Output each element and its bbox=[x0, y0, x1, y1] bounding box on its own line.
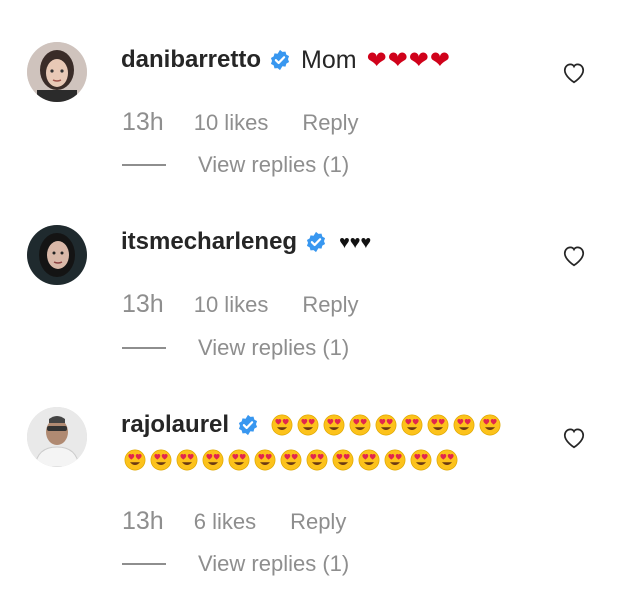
red-heart-icon: ❤ bbox=[408, 46, 429, 74]
heart-eyes-emoji bbox=[375, 414, 397, 436]
avatar[interactable] bbox=[27, 225, 87, 285]
comment-meta: 13h 10 likes Reply bbox=[122, 108, 359, 137]
heart-eyes-emoji bbox=[176, 449, 198, 471]
red-hearts: ❤❤❤❤ bbox=[367, 46, 451, 75]
username-link[interactable]: itsmecharleneg bbox=[121, 228, 297, 256]
timestamp[interactable]: 13h bbox=[122, 108, 164, 137]
username-link[interactable]: rajolaurel bbox=[121, 411, 229, 439]
comment-text-value: Mom bbox=[301, 45, 357, 74]
likes-count[interactable]: 6 likes bbox=[194, 509, 256, 535]
comment-meta: 13h 6 likes Reply bbox=[122, 507, 346, 536]
comment-line: rajolaurel bbox=[121, 405, 505, 445]
heart-eyes-emoji bbox=[280, 449, 302, 471]
avatar-photo bbox=[27, 407, 87, 467]
likes-count[interactable]: 10 likes bbox=[194, 110, 269, 136]
comment-meta: 13h 10 likes Reply bbox=[122, 290, 359, 319]
red-heart-icon: ❤ bbox=[429, 46, 451, 74]
timestamp[interactable]: 13h bbox=[122, 507, 164, 536]
heart-eyes-emoji bbox=[306, 449, 328, 471]
likes-count[interactable]: 10 likes bbox=[194, 292, 269, 318]
heart-eyes-emoji bbox=[202, 449, 224, 471]
heart-eyes-emoji bbox=[254, 449, 276, 471]
reply-button[interactable]: Reply bbox=[302, 110, 358, 136]
verified-badge-icon bbox=[238, 414, 258, 436]
avatar-photo bbox=[27, 225, 87, 285]
emoji-row bbox=[271, 414, 505, 436]
black-heart-icon: ♥ bbox=[339, 231, 350, 252]
replies-divider bbox=[122, 164, 166, 166]
avatar[interactable] bbox=[27, 42, 87, 102]
heart-eyes-emoji bbox=[358, 449, 380, 471]
comment-line: dani​barretto Mom ❤❤❤❤ bbox=[121, 40, 451, 80]
username-link[interactable]: dani​barretto bbox=[121, 46, 261, 74]
view-replies-button[interactable]: View replies (1) bbox=[122, 551, 349, 577]
comment-line: itsmecharleneg ♥ ♥ ♥ bbox=[121, 222, 371, 262]
view-replies-label: View replies (1) bbox=[198, 152, 350, 177]
heart-eyes-emoji bbox=[349, 414, 371, 436]
avatar-photo bbox=[27, 42, 87, 102]
black-hearts: ♥ ♥ ♥ bbox=[339, 232, 371, 253]
timestamp[interactable]: 13h bbox=[122, 290, 164, 319]
replies-divider bbox=[122, 563, 166, 565]
red-heart-icon: ❤ bbox=[366, 46, 387, 74]
view-replies-label: View replies (1) bbox=[198, 335, 350, 360]
verified-badge-icon bbox=[270, 49, 290, 71]
heart-eyes-emoji bbox=[427, 414, 449, 436]
heart-eyes-emoji bbox=[150, 449, 172, 471]
replies-divider bbox=[122, 347, 166, 349]
like-heart-icon[interactable] bbox=[561, 60, 587, 84]
black-heart-icon: ♥ bbox=[349, 231, 361, 252]
heart-eyes-emoji bbox=[297, 414, 319, 436]
heart-eyes-emoji bbox=[401, 414, 423, 436]
red-heart-icon: ❤ bbox=[387, 46, 408, 74]
heart-eyes-emoji bbox=[453, 414, 475, 436]
view-replies-label: View replies (1) bbox=[198, 551, 350, 576]
heart-eyes-emoji bbox=[384, 449, 406, 471]
comment-text: Mom ❤❤❤❤ bbox=[301, 46, 451, 75]
heart-eyes-emoji bbox=[124, 449, 146, 471]
heart-eyes-emoji bbox=[323, 414, 345, 436]
reply-button[interactable]: Reply bbox=[290, 509, 346, 535]
heart-eyes-emoji bbox=[271, 414, 293, 436]
verified-badge-icon bbox=[307, 231, 326, 253]
heart-eyes-emoji bbox=[332, 449, 354, 471]
avatar[interactable] bbox=[27, 407, 87, 467]
heart-eyes-emoji bbox=[436, 449, 458, 471]
emoji-row bbox=[124, 449, 462, 471]
view-replies-button[interactable]: View replies (1) bbox=[122, 335, 349, 361]
heart-eyes-emoji bbox=[228, 449, 250, 471]
heart-eyes-emoji bbox=[479, 414, 501, 436]
black-heart-icon: ♥ bbox=[360, 231, 372, 252]
view-replies-button[interactable]: View replies (1) bbox=[122, 152, 349, 178]
like-heart-icon[interactable] bbox=[561, 243, 587, 267]
heart-eyes-emoji bbox=[410, 449, 432, 471]
like-heart-icon[interactable] bbox=[561, 425, 587, 449]
reply-button[interactable]: Reply bbox=[302, 292, 358, 318]
